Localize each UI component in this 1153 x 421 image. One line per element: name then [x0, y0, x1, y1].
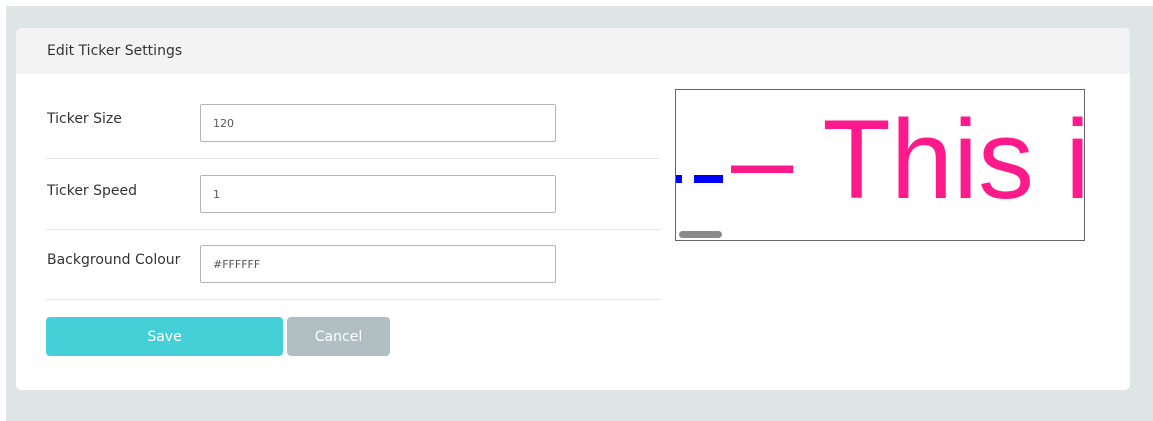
ticker-speed-label: Ticker Speed: [47, 183, 138, 199]
ticker-settings-panel: Edit Ticker Settings Ticker Size Ticker …: [16, 28, 1130, 390]
save-button[interactable]: Save: [46, 317, 283, 356]
ticker-speed-input[interactable]: [200, 175, 556, 213]
background-colour-input[interactable]: [200, 245, 556, 283]
cancel-button[interactable]: Cancel: [287, 317, 390, 356]
ticker-speed-row: Ticker Speed: [46, 159, 660, 230]
ticker-size-label: Ticker Size: [47, 111, 122, 127]
panel-header: Edit Ticker Settings: [16, 28, 1130, 74]
ticker-size-input[interactable]: [200, 104, 556, 142]
ticker-preview: – This is: [675, 89, 1085, 241]
ticker-preview-track: – This is: [676, 90, 1084, 240]
ticker-separator-dash: [676, 175, 682, 183]
ticker-separator-dash: [694, 175, 723, 183]
ticker-preview-text: – This is: [731, 97, 1084, 222]
ticker-preview-scrollbar[interactable]: [679, 231, 722, 238]
ticker-size-row: Ticker Size: [46, 88, 660, 159]
background-colour-row: Background Colour: [46, 229, 660, 300]
panel-title: Edit Ticker Settings: [47, 43, 183, 59]
background-colour-label: Background Colour: [47, 252, 181, 268]
